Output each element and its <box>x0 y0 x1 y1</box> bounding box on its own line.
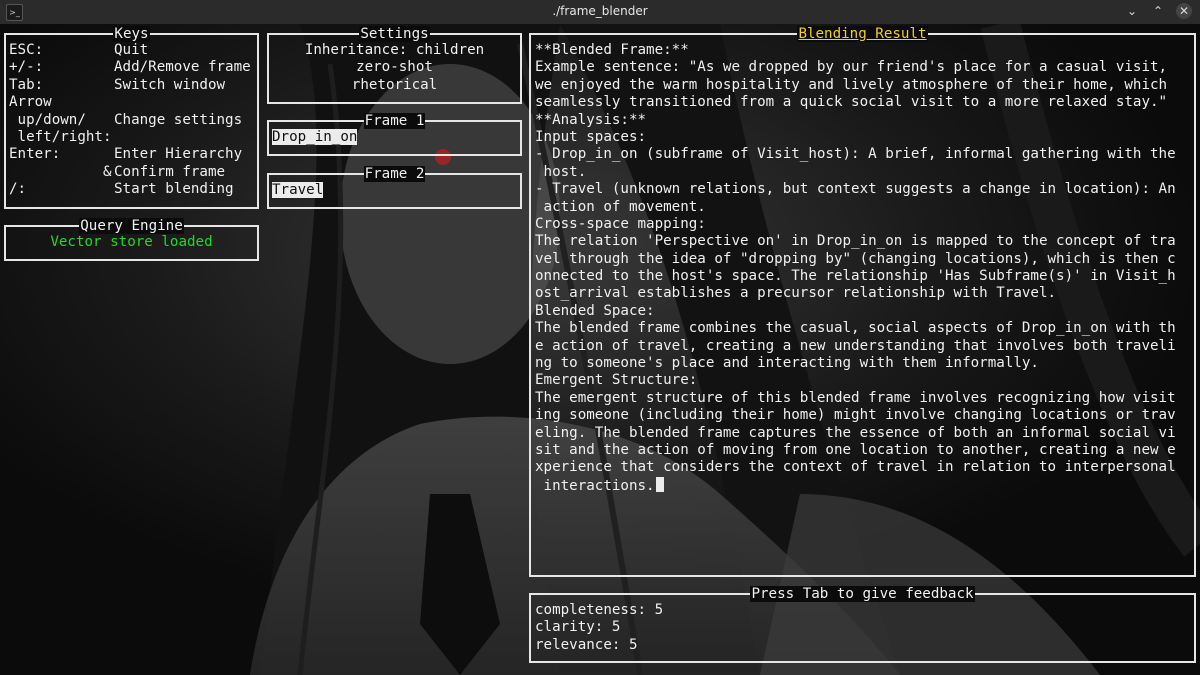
relevance-score: relevance: 5 <box>535 636 638 653</box>
key-description: Add/Remove frame <box>114 59 251 76</box>
result-line: seamlessly transitioned from a quick soc… <box>535 94 1168 111</box>
key-label: & <box>9 163 112 180</box>
result-line: - Drop_in_on (subframe of Visit_host): A… <box>535 146 1176 163</box>
result-line: ng to someone's place and interacting wi… <box>535 355 1039 372</box>
close-button[interactable]: ✕ <box>1176 3 1192 19</box>
blending-result-panel[interactable]: Blending Result **Blended Frame:** Examp… <box>529 26 1196 577</box>
result-line: ing someone (including their home) might… <box>535 407 1176 424</box>
settings-list: Inheritance: children zero-shot rhetoric… <box>269 42 520 94</box>
window-title: ./frame_blender <box>552 4 648 18</box>
key-label: Arrow <box>9 94 52 111</box>
result-line: Example sentence: "As we dropped by our … <box>535 59 1168 76</box>
result-line: - Travel (unknown relations, but context… <box>535 181 1176 198</box>
blending-result-title: Blending Result <box>797 26 928 42</box>
setting-prompt-mode[interactable]: zero-shot <box>269 59 520 76</box>
frame-2-title: Frame 2 <box>363 166 426 182</box>
result-line: xperience that considers the context of … <box>535 459 1176 476</box>
window-titlebar: >_ ./frame_blender ⌄ ⌃ ✕ <box>0 0 1200 25</box>
key-label: ESC: <box>9 42 44 58</box>
key-description: Start blending <box>114 181 234 198</box>
result-line: vel through the idea of "dropping by" (c… <box>535 250 1176 267</box>
result-line: Cross-space mapping: <box>535 215 706 232</box>
setting-style[interactable]: rhetorical <box>269 77 520 94</box>
text-cursor <box>655 476 664 492</box>
minimize-button[interactable]: ⌄ <box>1124 3 1140 19</box>
frame-1-title: Frame 1 <box>363 113 426 129</box>
result-last-line: interactions. <box>535 476 1191 494</box>
key-row: Enter: Enter Hierarchy <box>9 146 251 163</box>
result-line: Blended Space: <box>535 302 655 319</box>
key-description: Switch window <box>114 76 226 93</box>
key-label: up/down/ <box>9 111 86 128</box>
key-row: left/right: <box>9 129 251 146</box>
frame-1-panel[interactable]: Frame 1 Drop_in_on <box>267 113 522 156</box>
blending-result-text: **Blended Frame:** Example sentence: "As… <box>535 42 1191 494</box>
result-line: sit and the action of moving from one lo… <box>535 441 1176 458</box>
result-line: **Blended Frame:** <box>535 42 689 58</box>
result-line: interactions. <box>535 477 655 494</box>
key-row: +/-: Add/Remove frame <box>9 59 251 76</box>
result-line: action of movement. <box>535 198 706 215</box>
key-row: /: Start blending <box>9 181 251 198</box>
result-line: **Analysis:** <box>535 111 647 128</box>
query-engine-panel: Query Engine Vector store loaded <box>4 218 259 261</box>
key-description: Enter Hierarchy <box>114 146 243 163</box>
feedback-panel-title: Press Tab to give feedback <box>750 586 975 602</box>
frame-2-value: Travel <box>272 182 324 198</box>
result-line: e action of travel, creating a new under… <box>535 337 1176 354</box>
feedback-panel[interactable]: Press Tab to give feedback completeness:… <box>529 586 1196 663</box>
result-line: we enjoyed the warm hospitality and live… <box>535 76 1168 93</box>
key-label: Enter: <box>9 146 61 163</box>
result-line: The emergent structure of this blended f… <box>535 389 1176 406</box>
window-controls: ⌄ ⌃ ✕ <box>1124 3 1192 19</box>
key-row: & Confirm frame <box>9 164 251 181</box>
key-label: Tab: <box>9 76 44 93</box>
key-description: Change settings <box>114 111 243 128</box>
query-engine-status: Vector store loaded <box>50 234 213 250</box>
query-engine-title: Query Engine <box>79 218 184 234</box>
feedback-scores: completeness: 5 clarity: 5 relevance: 5 <box>535 602 663 654</box>
result-line: Emergent Structure: <box>535 372 698 389</box>
keys-panel: Keys ESC: Quit +/-: Add/Remove frame Tab: S… <box>4 26 259 209</box>
result-line: The blended frame combines the casual, s… <box>535 320 1176 337</box>
settings-panel[interactable]: Settings Inheritance: children zero-shot… <box>267 26 522 104</box>
key-description: Quit <box>114 42 149 58</box>
result-line: The relation 'Perspective on' in Drop_in… <box>535 233 1176 250</box>
frame-1-value: Drop_in_on <box>272 129 358 145</box>
result-line: Input spaces: <box>535 128 647 145</box>
result-line: host. <box>535 163 587 180</box>
maximize-button[interactable]: ⌃ <box>1150 3 1166 19</box>
result-line: eling. The blended frame captures the es… <box>535 424 1176 441</box>
key-row: Tab: Switch window <box>9 77 251 94</box>
key-label: /: <box>9 181 27 198</box>
key-row: ESC: Quit <box>9 42 251 59</box>
key-label: +/-: <box>9 59 44 76</box>
clarity-score: clarity: 5 <box>535 619 621 636</box>
key-label: left/right: <box>9 128 112 145</box>
result-line: ost_arrival establishes a precursor rela… <box>535 285 1057 302</box>
keys-panel-title: Keys <box>113 26 150 42</box>
frame-2-panel[interactable]: Frame 2 Travel <box>267 166 522 209</box>
result-line: onnected to the host's space. The relati… <box>535 268 1176 285</box>
key-row: up/down/Change settings <box>9 112 251 129</box>
completeness-score: completeness: 5 <box>535 602 664 618</box>
frame-2-input[interactable]: Travel <box>272 182 324 199</box>
settings-panel-title: Settings <box>359 26 430 42</box>
frame-1-input[interactable]: Drop_in_on <box>272 129 358 146</box>
setting-inheritance[interactable]: Inheritance: children <box>269 42 520 59</box>
key-description: Confirm frame <box>114 163 226 180</box>
key-row: Arrow <box>9 94 251 111</box>
keys-list: ESC: Quit +/-: Add/Remove frame Tab: Switch… <box>9 42 251 199</box>
